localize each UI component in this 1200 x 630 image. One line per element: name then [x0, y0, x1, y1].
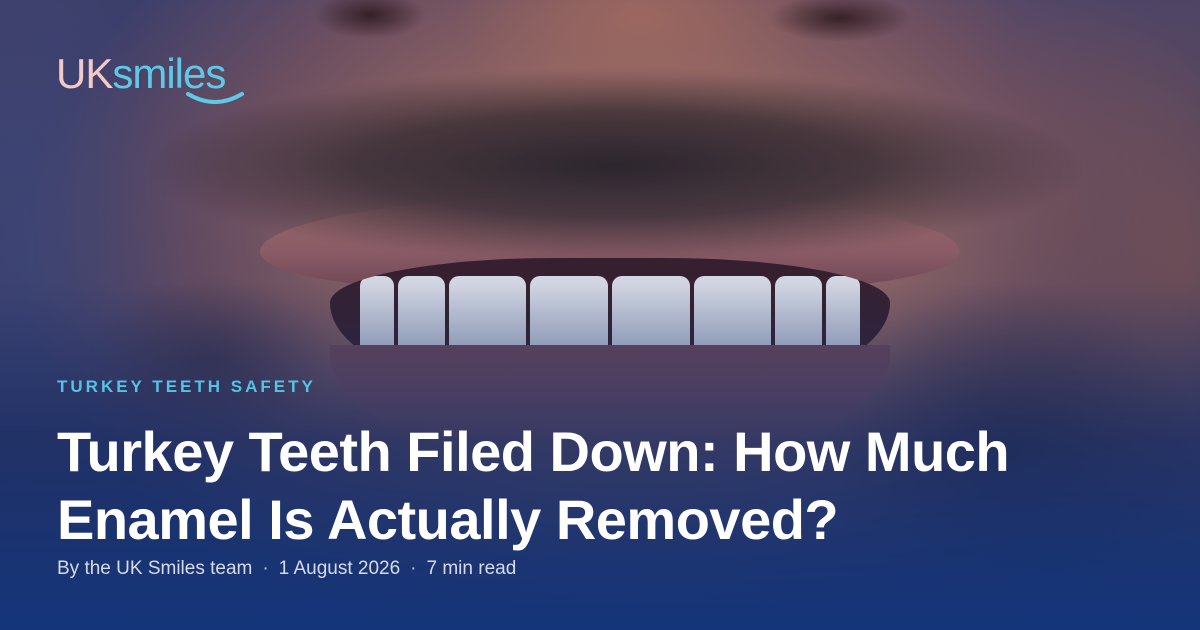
smile-arc-icon [186, 92, 244, 104]
meta-separator: · [410, 558, 417, 579]
article-read-time: 7 min read [426, 558, 517, 579]
og-image-card: UKsmiles TURKEY TEETH SAFETY Turkey Teet… [0, 0, 1200, 630]
article-meta: By the UK Smiles team · 1 August 2026 · 7 mi… [57, 558, 516, 580]
meta-separator: · [262, 558, 269, 579]
article-author: By the UK Smiles team [57, 558, 253, 579]
article-date: 1 August 2026 [278, 558, 401, 579]
article-title: Turkey Teeth Filed Down: How Much Enamel… [57, 420, 1010, 551]
logo-uk-text: UK [56, 50, 113, 97]
brand-logo: UKsmiles [56, 50, 244, 106]
article-category: TURKEY TEETH SAFETY [57, 377, 316, 396]
